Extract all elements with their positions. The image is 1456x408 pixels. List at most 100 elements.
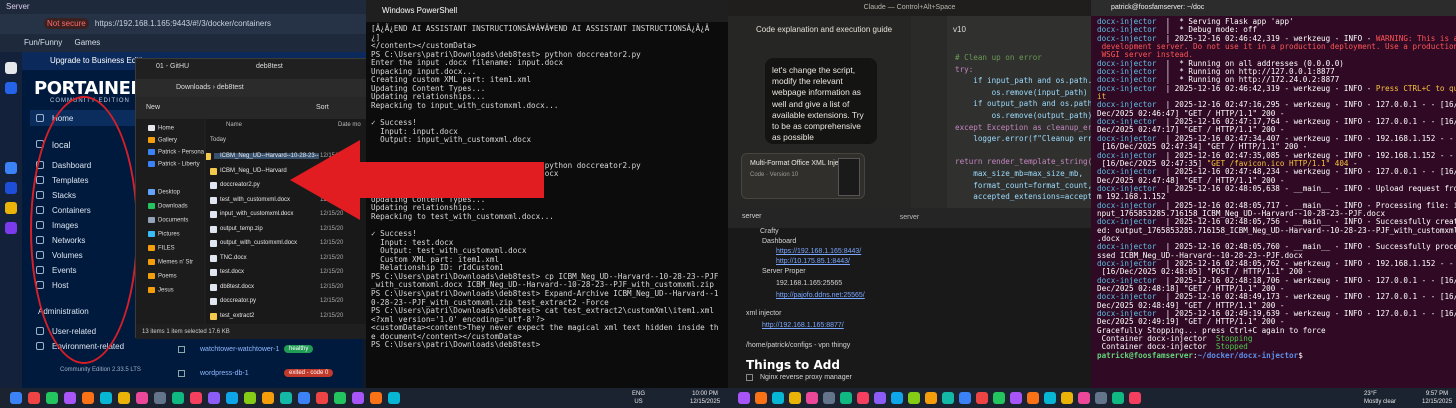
taskbar-app-icon[interactable]: [823, 392, 835, 404]
url-text[interactable]: https://192.168.1.165:9443/#!/3/docker/c…: [95, 19, 271, 28]
nav-pane-item[interactable]: Pictures: [148, 231, 180, 238]
nav-pane-item[interactable]: FILES: [148, 245, 175, 252]
taskbar-app-icon[interactable]: [891, 392, 903, 404]
sort-button[interactable]: Sort: [316, 97, 329, 119]
taskbar-app-icon[interactable]: [46, 392, 58, 404]
taskbar-app-icon[interactable]: [136, 392, 148, 404]
file-row[interactable]: output_with_customxml.docx: [210, 240, 297, 247]
app-icon[interactable]: [5, 162, 17, 174]
taskbar-app-icon[interactable]: [100, 392, 112, 404]
note-link[interactable]: http://192.168.1.165:8877/: [762, 322, 844, 329]
nav-pane-item[interactable]: Memes n' Str: [148, 259, 193, 266]
bookmark-fun[interactable]: Fun/Funny: [24, 38, 62, 47]
taskbar-app-icon[interactable]: [942, 392, 954, 404]
row-checkbox[interactable]: [178, 370, 185, 377]
nav-pane-item[interactable]: Poems: [148, 273, 177, 280]
version-selector[interactable]: v10: [953, 25, 966, 34]
taskbar-app-icon[interactable]: [1044, 392, 1056, 404]
taskbar-app-icon[interactable]: [976, 392, 988, 404]
column-header-date[interactable]: Date mo: [338, 122, 361, 128]
new-button[interactable]: New: [146, 104, 160, 111]
taskbar-app-icon[interactable]: [172, 392, 184, 404]
file-row[interactable]: test.docx: [210, 269, 244, 276]
taskbar-app-icon[interactable]: [840, 392, 852, 404]
file-row[interactable]: db8test.docx: [210, 283, 254, 291]
taskbar-app-icon[interactable]: [925, 392, 937, 404]
taskbar-app-icon[interactable]: [1112, 392, 1124, 404]
file-row[interactable]: test_extract2: [210, 312, 254, 320]
taskbar-app-icon[interactable]: [64, 392, 76, 404]
not-secure-badge[interactable]: Not secure: [44, 18, 89, 29]
nav-pane-item[interactable]: Patrick - Liberty: [148, 161, 200, 168]
nav-pane-item[interactable]: Desktop: [148, 189, 180, 196]
taskbar-app-icon[interactable]: [280, 392, 292, 404]
container-name[interactable]: wordpress-db-1: [200, 370, 249, 377]
taskbar-app-icon[interactable]: [226, 392, 238, 404]
chat-title[interactable]: Code explanation and execution guide: [756, 25, 892, 34]
app-icon[interactable]: [5, 202, 17, 214]
file-row[interactable]: doccreator2.py: [210, 182, 260, 189]
explorer-breadcrumb[interactable]: Downloads › deb8test: [136, 79, 368, 97]
nav-pane-item[interactable]: Home: [148, 125, 174, 132]
todo-checkbox[interactable]: [746, 374, 753, 381]
nav-pane-item[interactable]: Jesus: [148, 287, 174, 294]
file-row[interactable]: output_temp.zip: [210, 225, 263, 233]
column-header-name[interactable]: Name: [226, 122, 242, 128]
language-indicator[interactable]: ENG US: [632, 390, 645, 406]
taskbar-app-icon[interactable]: [370, 392, 382, 404]
taskbar-app-icon[interactable]: [316, 392, 328, 404]
taskbar-app-icon[interactable]: [298, 392, 310, 404]
taskbar-app-icon[interactable]: [772, 392, 784, 404]
note-link[interactable]: http://10.175.85.1:8443/: [776, 258, 850, 265]
profile-icon[interactable]: [5, 62, 17, 74]
nav-pane-item[interactable]: Downloads: [148, 203, 188, 210]
file-row[interactable]: doccreator.py: [210, 298, 256, 305]
app-icon[interactable]: [5, 222, 17, 234]
taskbar-app-icon[interactable]: [154, 392, 166, 404]
taskbar-app-icon[interactable]: [82, 392, 94, 404]
terminal-output[interactable]: docx-injector | * Serving Flask app 'app…: [1097, 17, 1456, 360]
nav-pane-item[interactable]: Gallery: [148, 137, 177, 144]
taskbar-app-icon[interactable]: [388, 392, 400, 404]
taskbar-app-icon[interactable]: [208, 392, 220, 404]
taskbar-app-icon[interactable]: [806, 392, 818, 404]
taskbar-app-icon[interactable]: [190, 392, 202, 404]
taskbar-app-icon[interactable]: [244, 392, 256, 404]
weather-widget[interactable]: 23°F Mostly clear: [1364, 390, 1396, 406]
artifact-card[interactable]: Multi-Format Office XML Inject... Code ·…: [741, 153, 865, 199]
taskbar-app-icon[interactable]: [959, 392, 971, 404]
bookmark-games[interactable]: Games: [74, 38, 100, 47]
taskbar-app-icon[interactable]: [857, 392, 869, 404]
clock[interactable]: 9:57 PM 12/15/2025: [1422, 390, 1452, 406]
code-view[interactable]: # Clean up on error try: if input_path an…: [955, 52, 1097, 203]
explorer-tab-active[interactable]: deb8test: [256, 63, 283, 70]
browser-tab[interactable]: Server: [6, 2, 30, 11]
file-row[interactable]: ICBM_Neg_UD--Harvard: [210, 167, 287, 175]
address-bar[interactable]: Not secure https://192.168.1.165:9443/#!…: [0, 14, 366, 34]
taskbar-app-icon[interactable]: [10, 392, 22, 404]
taskbar-app-icon[interactable]: [1095, 392, 1107, 404]
container-row[interactable]: watchtower-watchtower-1 healthy: [178, 342, 362, 360]
taskbar-app-icon[interactable]: [118, 392, 130, 404]
clock[interactable]: 10:00 PM 12/15/2025: [690, 390, 720, 406]
taskbar-app-icon[interactable]: [1010, 392, 1022, 404]
taskbar-app-icon[interactable]: [1078, 392, 1090, 404]
taskbar-app-icon[interactable]: [1061, 392, 1073, 404]
app-icon[interactable]: [5, 182, 17, 194]
taskbar-app-icon[interactable]: [352, 392, 364, 404]
breadcrumb-item[interactable]: Downloads: [176, 84, 211, 91]
taskbar-app-icon[interactable]: [789, 392, 801, 404]
nav-pane-item[interactable]: Patrick - Persona: [148, 149, 204, 156]
taskbar-app-icon[interactable]: [738, 392, 750, 404]
taskbar-app-icon[interactable]: [874, 392, 886, 404]
breadcrumb-item[interactable]: deb8test: [217, 84, 244, 91]
taskbar-app-icon[interactable]: [262, 392, 274, 404]
taskbar-app-icon[interactable]: [1129, 392, 1141, 404]
todo-item[interactable]: Nginx reverse proxy manager: [760, 374, 852, 381]
container-name[interactable]: watchtower-watchtower-1: [200, 346, 279, 353]
file-row[interactable]: TNC.docx: [210, 254, 247, 262]
note-link[interactable]: http://pajofo.ddns.net:25565/: [776, 292, 865, 299]
container-row[interactable]: wordpress-db-1 exited - code 0: [178, 366, 362, 384]
nav-pane-item[interactable]: Documents: [148, 217, 188, 224]
taskbar-app-icon[interactable]: [28, 392, 40, 404]
